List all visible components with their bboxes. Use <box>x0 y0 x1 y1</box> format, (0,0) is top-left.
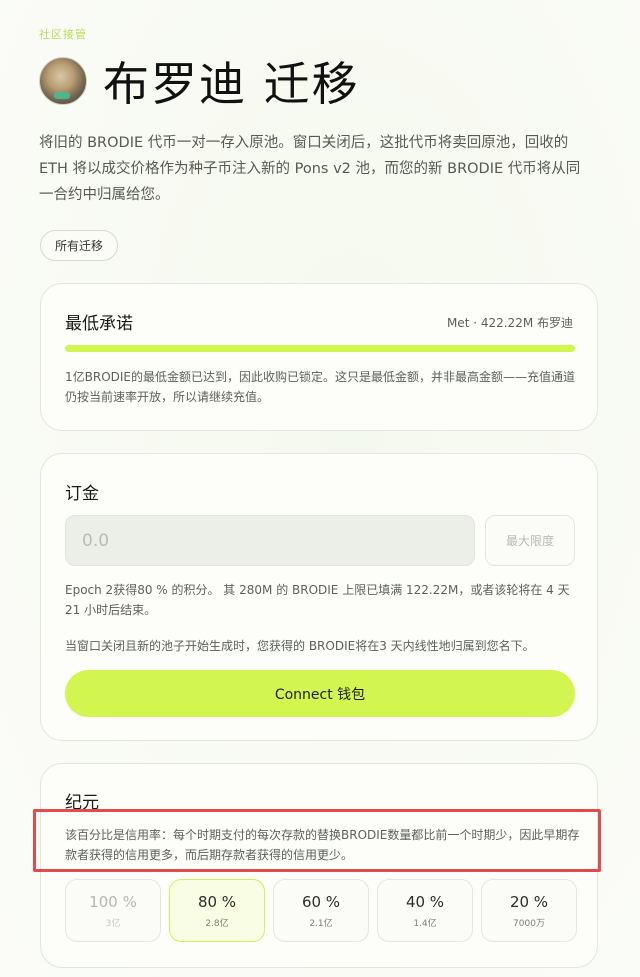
page-description: 将旧的 BRODIE 代币一对一存入原池。窗口关闭后，这批代币将卖回原池，回收的… <box>39 135 581 203</box>
minimum-progress-bar <box>65 345 575 352</box>
page-header: 布罗迪 迁移 <box>39 50 360 112</box>
epoch-selector: 100 % 3亿 80 % 2.8亿 60 % 2.1亿 40 % 1.4亿 2… <box>65 879 577 942</box>
epoch-percent: 60 % <box>301 892 341 911</box>
epoch-percent: 40 % <box>405 892 445 911</box>
epoch-percent: 100 % <box>89 892 137 911</box>
epoch-option-4[interactable]: 40 % 1.4亿 <box>377 879 473 942</box>
epoch-cap: 2.8亿 <box>205 918 229 929</box>
all-migrations-button[interactable]: 所有迁移 <box>40 230 119 261</box>
annotation-highlight-box <box>33 809 601 872</box>
community-takeover-label: 社区接管 <box>39 28 87 41</box>
deposit-card: 订金 最大限度 Epoch 2获得80 % 的积分。 其 280M 的 BROD… <box>40 453 598 741</box>
epoch-option-3[interactable]: 60 % 2.1亿 <box>273 879 369 942</box>
epoch-cap: 1.4亿 <box>413 918 437 929</box>
minimum-commitment-card: 最低承诺 Met · 422.22M 布罗迪 1亿BRODIE的最低金额已达到，… <box>40 283 598 431</box>
vesting-info: 当窗口关闭且新的池子开始生成时，您获得的 BRODIE将在3 天内线性地归属到您… <box>65 639 535 653</box>
deposit-heading: 订金 <box>65 484 99 504</box>
epoch-option-2[interactable]: 80 % 2.8亿 <box>169 879 265 942</box>
epoch-percent: 80 % <box>197 892 237 911</box>
page-title: 布罗迪 迁移 <box>103 57 360 111</box>
epoch-option-1[interactable]: 100 % 3亿 <box>65 879 161 942</box>
brodie-avatar <box>39 57 87 105</box>
epoch-credit-info: Epoch 2获得80 % 的积分。 其 280M 的 BRODIE 上限已填满… <box>65 583 570 617</box>
epoch-option-5[interactable]: 20 % 7000万 <box>481 879 577 942</box>
epoch-cap: 3亿 <box>105 918 121 929</box>
minimum-met-status: Met · 422.22M 布罗迪 <box>446 316 573 330</box>
minimum-note: 1亿BRODIE的最低金额已达到，因此收购已锁定。这只是最低金额，并非最高金额—… <box>65 370 576 404</box>
deposit-amount-input[interactable] <box>65 515 475 566</box>
minimum-progress-fill <box>65 345 575 352</box>
epoch-cap: 2.1亿 <box>309 918 333 929</box>
connect-wallet-button[interactable]: Connect 钱包 <box>65 670 575 717</box>
minimum-commitment-heading: 最低承诺 <box>65 314 133 334</box>
max-amount-button[interactable]: 最大限度 <box>485 515 575 566</box>
epoch-percent: 20 % <box>509 892 549 911</box>
epoch-cap: 7000万 <box>513 918 545 929</box>
